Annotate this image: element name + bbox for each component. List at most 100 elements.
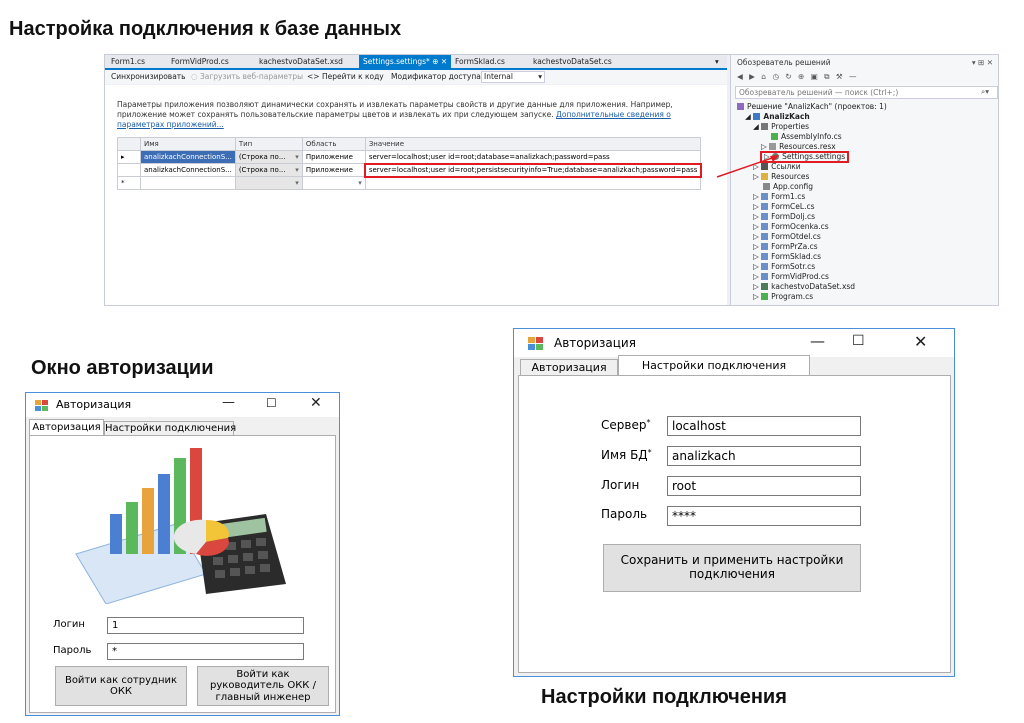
load-web-params-button[interactable]: ◌ Загрузить веб-параметры: [191, 72, 303, 81]
login-employee-button[interactable]: Войти как сотрудник ОКК: [55, 666, 187, 706]
table-row-new[interactable]: * ▾ ▾: [117, 176, 702, 190]
table-row[interactable]: ▸ analizkachConnectionS... (Строка по...…: [117, 150, 702, 164]
setting-name-cell[interactable]: analizkachConnectionS...: [140, 163, 236, 177]
setting-scope-cell[interactable]: ▾: [301, 176, 366, 190]
form-icon: [761, 253, 769, 260]
solution-explorer-title: Обозреватель решений: [737, 58, 831, 67]
tab-formvidprod[interactable]: FormVidProd.cs: [167, 55, 233, 68]
close-button[interactable]: ✕: [310, 395, 322, 411]
col-name[interactable]: Имя: [140, 137, 236, 151]
row-marker: *: [117, 176, 141, 190]
login-input[interactable]: root: [667, 476, 861, 496]
auth-titlebar: Авторизация — ☐ ✕: [26, 393, 339, 417]
goto-code-button[interactable]: <> Перейти к коду: [307, 72, 384, 81]
tab-dataset-cs[interactable]: kachestvoDataSet.cs: [529, 55, 616, 68]
form-icon: [761, 263, 769, 270]
settings-content: Параметры приложения позволяют динамичес…: [105, 85, 727, 305]
tab-form1[interactable]: Form1.cs: [107, 55, 149, 68]
search-icon: ⌕▾: [981, 87, 989, 96]
setting-name-cell[interactable]: analizkachConnectionS...: [140, 150, 236, 164]
form-icon: [761, 223, 769, 230]
tree-item-dataset[interactable]: ▷ kachestvoDataSet.xsd: [753, 282, 855, 292]
db-name-label: Имя БД*: [601, 448, 652, 462]
tree-item-form[interactable]: ▷ FormPrZa.cs: [753, 242, 818, 252]
tree-item-appconfig[interactable]: App.config: [763, 182, 813, 192]
conn-window: Авторизация — ☐ ✕ Авторизация Настройки …: [513, 328, 955, 677]
table-row[interactable]: analizkachConnectionS... (Строка по... ▾…: [117, 162, 702, 178]
conn-heading: Настройки подключения: [541, 686, 787, 708]
row-marker: ▸: [117, 150, 141, 164]
minimize-button[interactable]: —: [810, 332, 825, 350]
setting-type-cell[interactable]: (Строка по... ▾: [234, 163, 303, 177]
csharp-file-icon: [761, 293, 769, 300]
chevron-down-icon: ▾: [538, 72, 542, 81]
setting-type-cell[interactable]: (Строка по... ▾: [234, 150, 303, 164]
sync-button[interactable]: Синхронизировать: [111, 72, 186, 81]
maximize-button[interactable]: ☐: [852, 333, 865, 349]
tree-item-form[interactable]: ▷ FormDolj.cs: [753, 212, 815, 222]
finance-illustration: [75, 448, 286, 604]
setting-type-cell[interactable]: ▾: [234, 176, 303, 190]
tab-authorization[interactable]: Авторизация: [520, 359, 618, 376]
login-input[interactable]: 1: [107, 617, 304, 634]
tree-item-form[interactable]: ▷ FormSklad.cs: [753, 252, 821, 262]
col-value[interactable]: Значение: [364, 137, 702, 151]
login-label: Логин: [53, 619, 85, 630]
tree-item-form[interactable]: ▷ FormOtdel.cs: [753, 232, 821, 242]
tab-overflow-icon[interactable]: ▾: [711, 55, 723, 68]
csharp-project-icon: [753, 113, 761, 120]
setting-name-cell[interactable]: [140, 176, 236, 190]
setting-scope-cell[interactable]: Приложение: [301, 163, 366, 177]
csharp-file-icon: [771, 133, 778, 140]
setting-scope-cell[interactable]: Приложение: [301, 150, 366, 164]
password-input[interactable]: *: [107, 643, 304, 660]
form-icon: [761, 273, 769, 280]
tab-connection-settings[interactable]: Настройки подключения: [104, 421, 236, 436]
tab-settings[interactable]: Settings.settings* ⊕ ✕: [359, 55, 452, 68]
solution-explorer-toolbar[interactable]: ◀ ▶ ⌂ ◷ ↻ ⊕ ▣ ⧉ ⚒ —: [737, 72, 859, 82]
login-manager-button[interactable]: Войти как руководитель ОКК / главный инж…: [197, 666, 329, 706]
server-input[interactable]: localhost: [667, 416, 861, 436]
password-input[interactable]: ****: [667, 506, 861, 526]
tab-formsklad[interactable]: FormSklad.cs: [451, 55, 509, 68]
pin-close-icons[interactable]: ▾ ⊞ ✕: [972, 58, 993, 67]
col-scope[interactable]: Область: [301, 137, 366, 151]
tab-dataset-xsd[interactable]: kachestvoDataSet.xsd: [255, 55, 347, 68]
chevron-down-icon: ▾: [295, 153, 299, 161]
main-heading: Настройка подключения к базе данных: [9, 18, 402, 40]
tree-item-form[interactable]: ▷ Form1.cs: [753, 192, 805, 202]
conn-titlebar: Авторизация — ☐ ✕: [514, 329, 954, 357]
tab-connection-settings[interactable]: Настройки подключения: [618, 355, 810, 376]
setting-value-cell-highlighted[interactable]: server=localhost;user id=root;persistsec…: [364, 162, 702, 178]
col-type[interactable]: Тип: [234, 137, 303, 151]
db-name-input[interactable]: analizkach: [667, 446, 861, 466]
tree-item-properties[interactable]: ◢ Properties: [753, 122, 809, 132]
chevron-down-icon: ▾: [295, 166, 299, 174]
wrench-icon: [761, 123, 769, 130]
chevron-down-icon: ▾: [358, 179, 362, 187]
password-label: Пароль: [601, 507, 648, 521]
tree-item-assemblyinfo[interactable]: AssemblyInfo.cs: [771, 132, 842, 142]
access-modifier-select[interactable]: Internal ▾: [481, 71, 545, 83]
tree-item-form[interactable]: ▷ FormOcenka.cs: [753, 222, 829, 232]
setting-value-cell[interactable]: server=localhost;user id=root;database=a…: [364, 150, 702, 164]
tree-item-program[interactable]: ▷ Program.cs: [753, 292, 813, 302]
close-button[interactable]: ✕: [914, 332, 927, 351]
row-marker: [117, 163, 141, 177]
tab-authorization[interactable]: Авторизация: [29, 419, 104, 436]
solution-search-input[interactable]: Обозреватель решений — поиск (Ctrl+;): [735, 86, 998, 99]
settings-grid: Имя Тип Область Значение ▸ analizkachCon…: [117, 137, 702, 190]
maximize-button[interactable]: ☐: [266, 396, 277, 410]
setting-value-cell[interactable]: [364, 176, 702, 190]
tree-item-form[interactable]: ▷ FormSotr.cs: [753, 262, 815, 272]
auth-tab-page: Логин 1 Пароль * Войти как сотрудник ОКК…: [29, 435, 336, 713]
minimize-button[interactable]: —: [222, 395, 235, 410]
tree-item-solution[interactable]: Решение "AnalizKach" (проектов: 1): [737, 102, 887, 112]
password-label: Пароль: [53, 645, 92, 656]
tree-item-form[interactable]: ▷ FormVidProd.cs: [753, 272, 829, 282]
tree-item-form[interactable]: ▷ FormCeL.cs: [753, 202, 815, 212]
vs-settings-panel: Form1.cs FormVidProd.cs kachestvoDataSet…: [104, 54, 999, 306]
tree-item-project[interactable]: ◢ AnalizKach: [745, 112, 810, 122]
dataset-icon: [761, 283, 769, 290]
save-connection-button[interactable]: Сохранить и применить настройки подключе…: [603, 544, 861, 592]
